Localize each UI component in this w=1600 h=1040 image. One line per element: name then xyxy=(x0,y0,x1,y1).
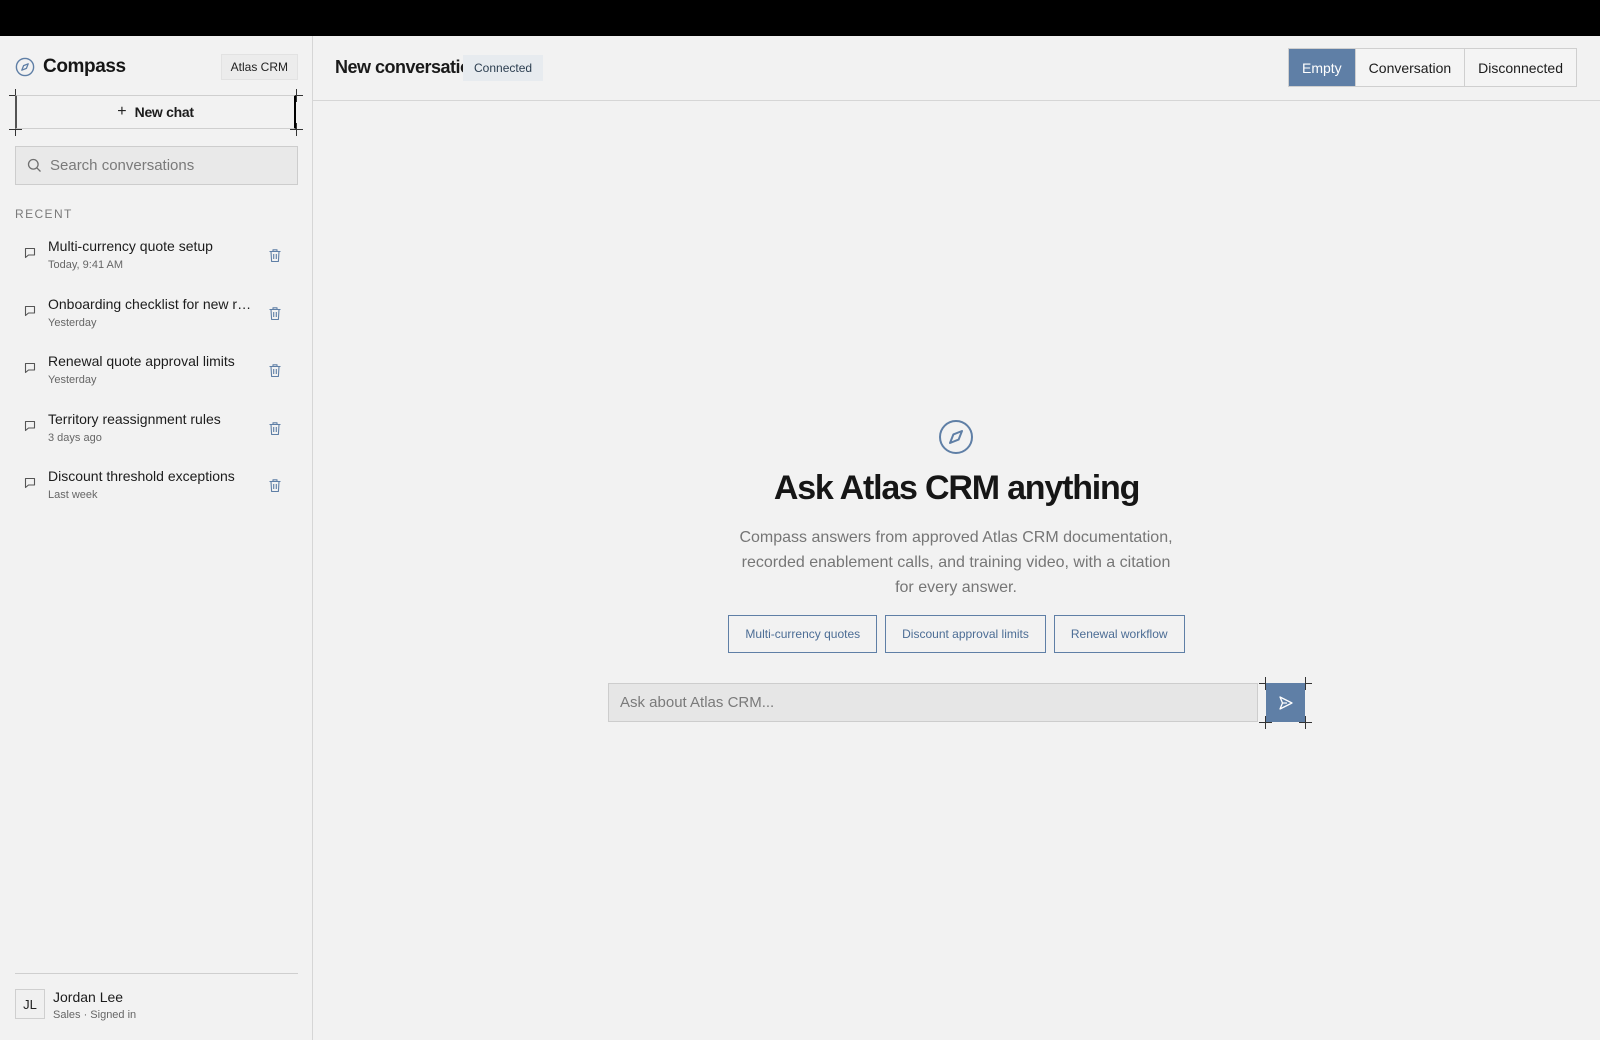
conversation-time: Today, 9:41 AM xyxy=(48,259,124,271)
recent-section-label: RECENT xyxy=(15,207,73,221)
conversation-title: Discount threshold exceptions xyxy=(48,468,235,484)
top-bar xyxy=(0,0,1600,36)
conversation-title: Multi-currency quote setup xyxy=(48,238,213,254)
empty-state-title: Ask Atlas CRM anything xyxy=(773,469,1140,507)
chat-bubble-icon xyxy=(24,247,36,259)
message-input[interactable] xyxy=(620,694,1240,711)
new-chat-label: New chat xyxy=(134,104,194,120)
user-role: Sales · Signed in xyxy=(53,1009,137,1021)
conversation-time: 3 days ago xyxy=(48,431,102,444)
search-icon xyxy=(27,158,42,173)
suggestion-chip[interactable]: Multi-currency quotes xyxy=(728,615,878,653)
compass-icon xyxy=(938,419,974,455)
compass-icon xyxy=(15,57,35,77)
trash-icon[interactable] xyxy=(268,363,282,378)
brand-name: Compass xyxy=(43,56,126,77)
suggestion-chip[interactable]: Renewal workflow xyxy=(1053,615,1185,653)
trash-icon[interactable] xyxy=(268,478,282,493)
chat-bubble-icon xyxy=(24,477,36,489)
search-box xyxy=(15,146,298,185)
conversation-title: Renewal quote approval limits xyxy=(48,353,235,369)
app-window: Compass Atlas CRM + New chat RECENT xyxy=(0,36,1600,1040)
conversation-item[interactable]: Discount threshold exceptions Last week xyxy=(15,460,298,518)
conversation-list: Multi-currency quote setup Today, 9:41 A… xyxy=(15,230,298,518)
empty-state: Ask Atlas CRM anything Compass answers f… xyxy=(313,36,1600,1040)
plus-icon: + xyxy=(117,103,127,120)
conversation-time: Last week xyxy=(48,489,98,501)
chat-bubble-icon xyxy=(24,420,36,432)
user-name: Jordan Lee xyxy=(53,989,124,1005)
send-icon xyxy=(1278,695,1294,711)
avatar[interactable]: JL xyxy=(15,989,45,1019)
conversation-item[interactable]: Renewal quote approval limits Yesterday xyxy=(15,345,298,403)
empty-state-subtitle: Compass answers from approved Atlas CRM … xyxy=(739,529,1173,596)
suggestion-chip[interactable]: Discount approval limits xyxy=(885,615,1046,653)
org-badge: Atlas CRM xyxy=(220,54,298,80)
chat-bubble-icon xyxy=(24,305,36,317)
trash-icon[interactable] xyxy=(268,248,282,263)
brand-row: Compass Atlas CRM xyxy=(15,52,298,82)
conversation-time: Yesterday xyxy=(48,316,97,329)
suggestion-chips: Multi-currency quotes Discount approval … xyxy=(313,615,1600,653)
chat-bubble-icon xyxy=(24,362,36,374)
conversation-time: Yesterday xyxy=(48,374,97,386)
user-area: JL Jordan Lee Sales · Signed in xyxy=(15,973,298,1021)
conversation-item[interactable]: Multi-currency quote setup Today, 9:41 A… xyxy=(15,230,298,288)
search-input[interactable] xyxy=(50,157,280,174)
conversation-item[interactable]: Territory reassignment rules 3 days ago xyxy=(15,403,298,461)
composer xyxy=(608,683,1258,722)
trash-icon[interactable] xyxy=(268,421,282,436)
conversation-title: Onboarding checklist for new reps xyxy=(48,295,253,312)
conversation-title: Territory reassignment rules xyxy=(48,410,221,427)
sidebar: Compass Atlas CRM + New chat RECENT xyxy=(0,36,313,1040)
new-chat-button[interactable]: + New chat xyxy=(15,95,296,129)
conversation-item[interactable]: Onboarding checklist for new reps Yester… xyxy=(15,288,298,346)
send-button[interactable] xyxy=(1266,683,1305,722)
trash-icon[interactable] xyxy=(268,306,282,321)
main-panel: New conversation Connected Empty Convers… xyxy=(313,36,1600,1040)
